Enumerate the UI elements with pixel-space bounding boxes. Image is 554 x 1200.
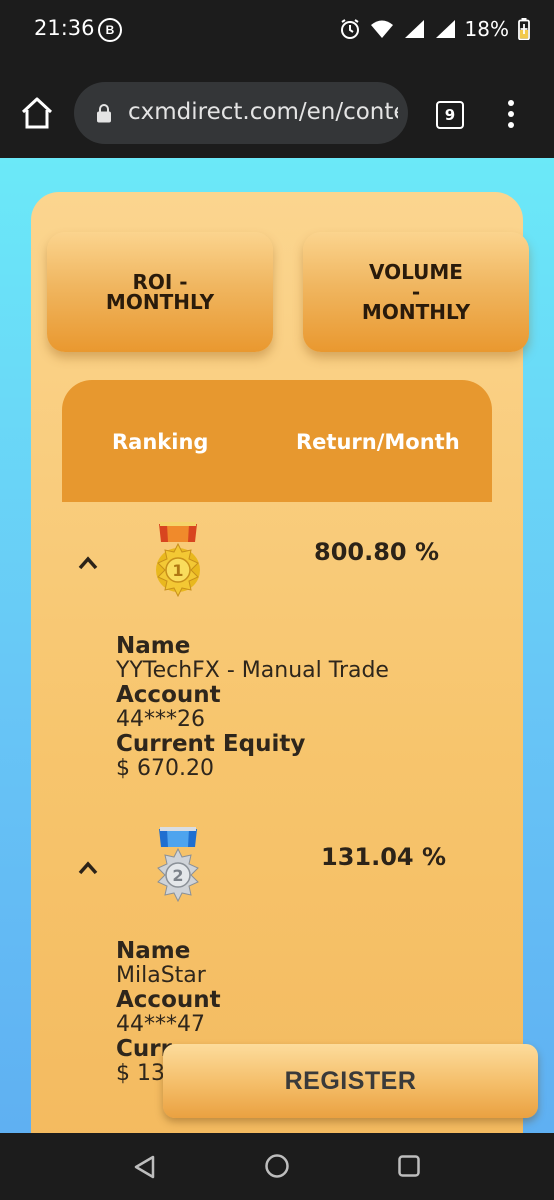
back-icon[interactable] (132, 1154, 156, 1180)
name-label: Name (116, 938, 191, 964)
signal-icon-2 (435, 20, 455, 38)
account-label: Account (116, 987, 221, 1013)
wifi-icon (370, 20, 393, 38)
trader-name: YYTechFX - Manual Trade (116, 657, 389, 683)
tab-switcher-button[interactable]: 9 (436, 101, 464, 129)
account-number: 44***47 (116, 1011, 205, 1037)
column-return-month: Return/Month (296, 430, 460, 454)
svg-text:1: 1 (172, 561, 183, 580)
url-bar[interactable]: cxmdirect.com/en/conte (74, 82, 408, 144)
name-label: Name (116, 633, 191, 659)
signal-icon (404, 20, 424, 38)
silver-medal-icon: 2 (157, 827, 199, 903)
home-nav-icon[interactable] (264, 1153, 290, 1179)
return-value: 131.04 % (321, 843, 447, 871)
battery-charging-icon (518, 18, 530, 40)
trader-name: MilaStar (116, 962, 206, 988)
lock-icon (97, 104, 111, 123)
browser-toolbar: cxmdirect.com/en/conte 9 (0, 60, 554, 158)
equity-value: $ 670.20 (116, 755, 214, 781)
page-content: ROI - MONTHLY VOLUME - MONTHLY Ranking R… (0, 158, 554, 1133)
url-text: cxmdirect.com/en/conte (128, 99, 398, 125)
account-label: Account (116, 682, 221, 708)
gold-medal-icon: 1 (156, 522, 200, 598)
alarm-icon (340, 19, 359, 39)
equity-label: Current Equity (116, 731, 306, 757)
return-value: 800.80 % (314, 538, 440, 566)
status-icons: 18% (339, 14, 530, 44)
recent-apps-icon[interactable] (397, 1154, 421, 1178)
status-bar: 21:36 B 18% (0, 0, 554, 60)
table-header: Ranking Return/Month (62, 380, 492, 502)
tab-volume-monthly[interactable]: VOLUME - MONTHLY (303, 232, 529, 352)
account-number: 44***26 (116, 706, 205, 732)
status-time: 21:36 (34, 16, 95, 40)
svg-text:2: 2 (172, 866, 183, 885)
column-ranking: Ranking (112, 430, 209, 454)
more-options-icon[interactable] (502, 98, 520, 130)
tab-roi-monthly[interactable]: ROI - MONTHLY (47, 232, 273, 352)
leaderboard-card: ROI - MONTHLY VOLUME - MONTHLY Ranking R… (31, 192, 529, 1133)
notification-b-icon: B (98, 18, 122, 42)
chevron-up-icon[interactable] (78, 556, 98, 570)
chevron-up-icon[interactable] (78, 861, 98, 875)
home-icon[interactable] (20, 96, 54, 130)
navigation-bar (0, 1133, 554, 1200)
register-button[interactable]: REGISTER (163, 1044, 538, 1118)
battery-percent: 18% (464, 17, 509, 41)
entry-details: Name YYTechFX - Manual Trade Account 44*… (116, 634, 389, 781)
